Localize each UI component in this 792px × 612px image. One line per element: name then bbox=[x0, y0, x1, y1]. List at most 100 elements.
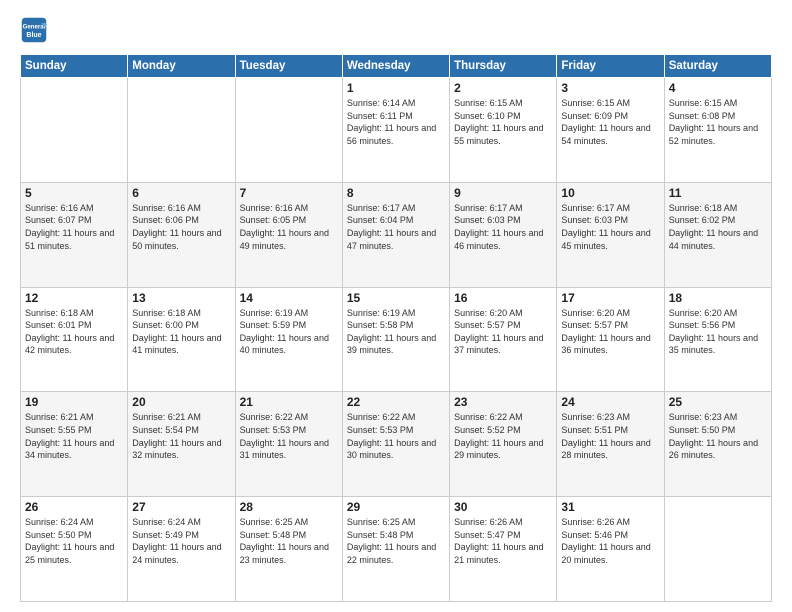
logo-icon: General Blue bbox=[20, 16, 48, 44]
calendar-cell: 29Sunrise: 6:25 AMSunset: 5:48 PMDayligh… bbox=[342, 497, 449, 602]
day-number: 24 bbox=[561, 395, 659, 409]
cell-text: Sunrise: 6:20 AMSunset: 5:56 PMDaylight:… bbox=[669, 307, 767, 357]
calendar-cell: 25 Sunrise: 6:23 AMSunset: 5:50 PMDayligh… bbox=[664, 392, 771, 497]
calendar-cell: 8 Sunrise: 6:17 AMSunset: 6:04 PMDaylight… bbox=[342, 182, 449, 287]
calendar-cell: 10 Sunrise: 6:17 AMSunset: 6:03 PMDayligh… bbox=[557, 182, 664, 287]
cell-text: Sunrise: 6:18 AMSunset: 6:01 PMDaylight:… bbox=[25, 307, 123, 357]
cell-text: Sunrise: 6:18 AMSunset: 6:00 PMDaylight:… bbox=[132, 307, 230, 357]
header: General Blue bbox=[20, 16, 772, 44]
cell-text: Sunrise: 6:21 AMSunset: 5:54 PMDaylight:… bbox=[132, 411, 230, 461]
weekday-header-wednesday: Wednesday bbox=[342, 55, 449, 78]
day-number: 4 bbox=[669, 81, 767, 95]
calendar-cell: 31 Sunrise: 6:26 AMSunset: 5:46 PMDayligh… bbox=[557, 497, 664, 602]
cell-text: Sunrise: 6:22 AMSunset: 5:53 PMDaylight:… bbox=[240, 411, 338, 461]
cell-text: Sunrise: 6:20 AMSunset: 5:57 PMDaylight:… bbox=[454, 307, 552, 357]
day-number: 12 bbox=[25, 291, 123, 305]
day-number: 26 bbox=[25, 500, 123, 514]
cell-text: Sunrise: 6:14 AMSunset: 6:11 PMDaylight:… bbox=[347, 97, 445, 147]
calendar-cell: 3Sunrise: 6:15 AMSunset: 6:09 PMDaylight… bbox=[557, 78, 664, 183]
calendar-cell bbox=[664, 497, 771, 602]
calendar-cell: 26Sunrise: 6:24 AMSunset: 5:50 PMDayligh… bbox=[21, 497, 128, 602]
week-row-3: 19Sunrise: 6:21 AMSunset: 5:55 PMDayligh… bbox=[21, 392, 772, 497]
cell-text: Sunrise: 6:17 AMSunset: 6:03 PMDaylight:… bbox=[454, 202, 552, 252]
day-number: 28 bbox=[240, 500, 338, 514]
calendar-cell: 4 Sunrise: 6:15 AMSunset: 6:08 PMDaylight… bbox=[664, 78, 771, 183]
logo: General Blue bbox=[20, 16, 52, 44]
cell-text: Sunrise: 6:16 AMSunset: 6:06 PMDaylight:… bbox=[132, 202, 230, 252]
day-number: 15 bbox=[347, 291, 445, 305]
cell-text: Sunrise: 6:23 AMSunset: 5:50 PMDaylight:… bbox=[669, 411, 767, 461]
cell-text: Sunrise: 6:20 AMSunset: 5:57 PMDaylight:… bbox=[561, 307, 659, 357]
cell-text: Sunrise: 6:18 AMSunset: 6:02 PMDaylight:… bbox=[669, 202, 767, 252]
cell-text: Sunrise: 6:17 AMSunset: 6:04 PMDaylight:… bbox=[347, 202, 445, 252]
cell-text: Sunrise: 6:16 AMSunset: 6:05 PMDaylight:… bbox=[240, 202, 338, 252]
day-number: 5 bbox=[25, 186, 123, 200]
day-number: 27 bbox=[132, 500, 230, 514]
calendar-cell: 1 Sunrise: 6:14 AMSunset: 6:11 PMDaylight… bbox=[342, 78, 449, 183]
cell-text: Sunrise: 6:15 AMSunset: 6:09 PMDaylight:… bbox=[561, 97, 659, 147]
day-number: 23 bbox=[454, 395, 552, 409]
calendar-cell: 18 Sunrise: 6:20 AMSunset: 5:56 PMDayligh… bbox=[664, 287, 771, 392]
day-number: 2 bbox=[454, 81, 552, 95]
cell-text: Sunrise: 6:15 AMSunset: 6:10 PMDaylight:… bbox=[454, 97, 552, 147]
weekday-header-thursday: Thursday bbox=[450, 55, 557, 78]
day-number: 20 bbox=[132, 395, 230, 409]
calendar-cell: 2 Sunrise: 6:15 AMSunset: 6:10 PMDaylight… bbox=[450, 78, 557, 183]
day-number: 18 bbox=[669, 291, 767, 305]
calendar-cell bbox=[128, 78, 235, 183]
calendar-cell: 21Sunrise: 6:22 AMSunset: 5:53 PMDayligh… bbox=[235, 392, 342, 497]
calendar-cell: 27 Sunrise: 6:24 AMSunset: 5:49 PMDayligh… bbox=[128, 497, 235, 602]
calendar-cell: 13 Sunrise: 6:18 AMSunset: 6:00 PMDayligh… bbox=[128, 287, 235, 392]
svg-text:General: General bbox=[23, 23, 46, 30]
day-number: 10 bbox=[561, 186, 659, 200]
calendar-cell bbox=[21, 78, 128, 183]
cell-text: Sunrise: 6:23 AMSunset: 5:51 PMDaylight:… bbox=[561, 411, 659, 461]
cell-text: Sunrise: 6:22 AMSunset: 5:53 PMDaylight:… bbox=[347, 411, 445, 461]
cell-text: Sunrise: 6:21 AMSunset: 5:55 PMDaylight:… bbox=[25, 411, 123, 461]
calendar-cell: 17 Sunrise: 6:20 AMSunset: 5:57 PMDayligh… bbox=[557, 287, 664, 392]
day-number: 11 bbox=[669, 186, 767, 200]
day-number: 29 bbox=[347, 500, 445, 514]
day-number: 13 bbox=[132, 291, 230, 305]
cell-text: Sunrise: 6:19 AMSunset: 5:59 PMDaylight:… bbox=[240, 307, 338, 357]
day-number: 1 bbox=[347, 81, 445, 95]
day-number: 31 bbox=[561, 500, 659, 514]
cell-text: Sunrise: 6:19 AMSunset: 5:58 PMDaylight:… bbox=[347, 307, 445, 357]
day-number: 30 bbox=[454, 500, 552, 514]
cell-text: Sunrise: 6:26 AMSunset: 5:46 PMDaylight:… bbox=[561, 516, 659, 566]
week-row-0: 1 Sunrise: 6:14 AMSunset: 6:11 PMDaylight… bbox=[21, 78, 772, 183]
calendar-cell: 6 Sunrise: 6:16 AMSunset: 6:06 PMDaylight… bbox=[128, 182, 235, 287]
day-number: 14 bbox=[240, 291, 338, 305]
calendar-cell: 22Sunrise: 6:22 AMSunset: 5:53 PMDayligh… bbox=[342, 392, 449, 497]
calendar-page: General Blue SundayMondayTuesdayWednesda… bbox=[0, 0, 792, 612]
weekday-header-monday: Monday bbox=[128, 55, 235, 78]
weekday-header-sunday: Sunday bbox=[21, 55, 128, 78]
svg-text:Blue: Blue bbox=[26, 32, 41, 39]
weekday-header-row: SundayMondayTuesdayWednesdayThursdayFrid… bbox=[21, 55, 772, 78]
day-number: 17 bbox=[561, 291, 659, 305]
day-number: 9 bbox=[454, 186, 552, 200]
cell-text: Sunrise: 6:22 AMSunset: 5:52 PMDaylight:… bbox=[454, 411, 552, 461]
calendar-cell: 16 Sunrise: 6:20 AMSunset: 5:57 PMDayligh… bbox=[450, 287, 557, 392]
calendar-cell: 24 Sunrise: 6:23 AMSunset: 5:51 PMDayligh… bbox=[557, 392, 664, 497]
cell-text: Sunrise: 6:16 AMSunset: 6:07 PMDaylight:… bbox=[25, 202, 123, 252]
day-number: 25 bbox=[669, 395, 767, 409]
cell-text: Sunrise: 6:15 AMSunset: 6:08 PMDaylight:… bbox=[669, 97, 767, 147]
weekday-header-tuesday: Tuesday bbox=[235, 55, 342, 78]
cell-text: Sunrise: 6:17 AMSunset: 6:03 PMDaylight:… bbox=[561, 202, 659, 252]
week-row-1: 5 Sunrise: 6:16 AMSunset: 6:07 PMDaylight… bbox=[21, 182, 772, 287]
calendar-cell: 19Sunrise: 6:21 AMSunset: 5:55 PMDayligh… bbox=[21, 392, 128, 497]
day-number: 8 bbox=[347, 186, 445, 200]
calendar-cell: 7 Sunrise: 6:16 AMSunset: 6:05 PMDaylight… bbox=[235, 182, 342, 287]
day-number: 7 bbox=[240, 186, 338, 200]
cell-text: Sunrise: 6:24 AMSunset: 5:49 PMDaylight:… bbox=[132, 516, 230, 566]
calendar-cell: 5 Sunrise: 6:16 AMSunset: 6:07 PMDaylight… bbox=[21, 182, 128, 287]
day-number: 16 bbox=[454, 291, 552, 305]
weekday-header-saturday: Saturday bbox=[664, 55, 771, 78]
week-row-4: 26Sunrise: 6:24 AMSunset: 5:50 PMDayligh… bbox=[21, 497, 772, 602]
calendar-cell: 15 Sunrise: 6:19 AMSunset: 5:58 PMDayligh… bbox=[342, 287, 449, 392]
calendar-cell: 28Sunrise: 6:25 AMSunset: 5:48 PMDayligh… bbox=[235, 497, 342, 602]
day-number: 6 bbox=[132, 186, 230, 200]
calendar-table: SundayMondayTuesdayWednesdayThursdayFrid… bbox=[20, 54, 772, 602]
week-row-2: 12 Sunrise: 6:18 AMSunset: 6:01 PMDayligh… bbox=[21, 287, 772, 392]
